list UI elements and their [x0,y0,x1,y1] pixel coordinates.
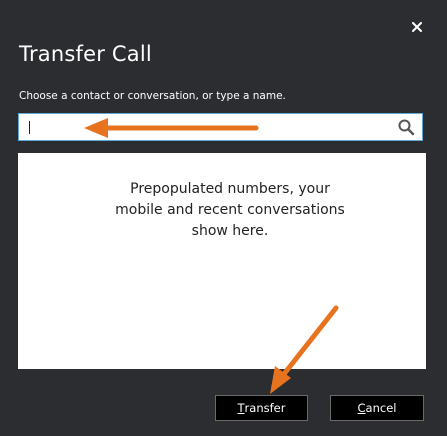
dialog-title: Transfer Call [19,42,152,66]
close-button[interactable] [404,14,430,40]
transfer-button[interactable]: Transfer [215,395,308,421]
text-caret [29,121,30,134]
close-icon [412,22,422,32]
contact-search-input[interactable] [27,118,387,136]
instruction-text: Choose a contact or conversation, or typ… [19,90,286,102]
cancel-label: ancel [365,401,397,415]
empty-state-message: Prepopulated numbers, your mobile and re… [115,181,345,239]
transfer-accelerator: T [237,401,245,415]
transfer-label: ransfer [244,401,286,415]
cancel-accelerator: C [357,401,366,415]
search-icon[interactable] [397,118,415,136]
contact-search-box[interactable] [18,113,423,141]
results-list[interactable]: Prepopulated numbers, your mobile and re… [18,153,426,369]
cancel-button[interactable]: Cancel [330,395,424,421]
transfer-call-dialog: Transfer Call Choose a contact or conver… [0,0,447,436]
